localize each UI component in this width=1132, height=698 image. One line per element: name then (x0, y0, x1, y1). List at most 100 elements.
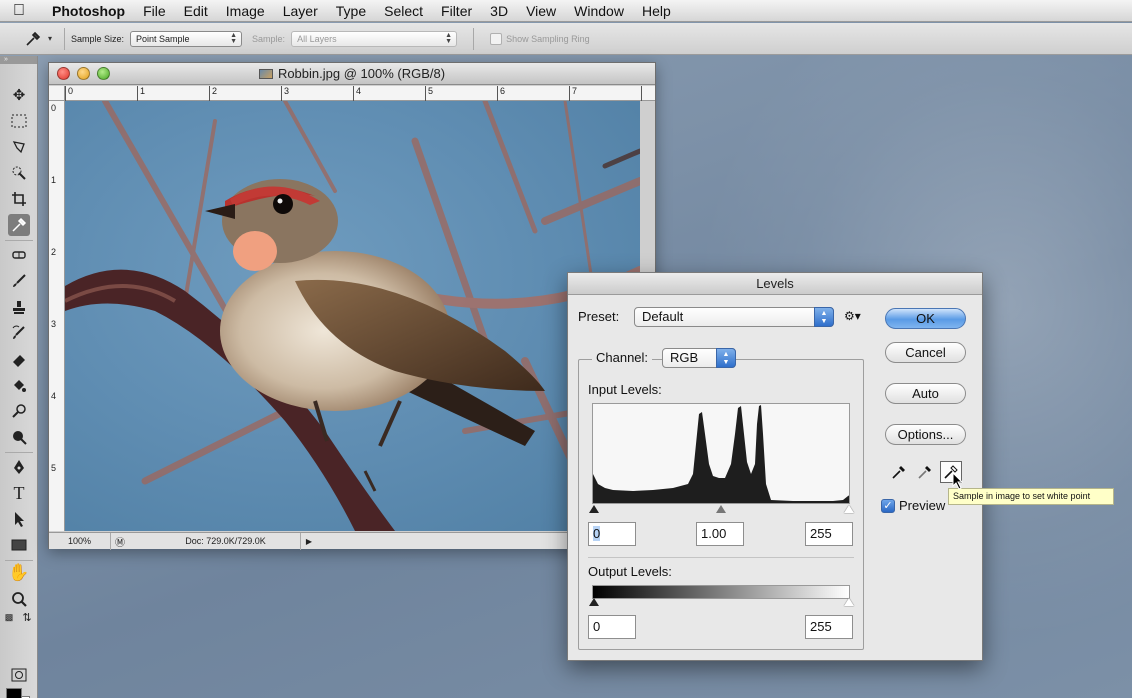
select-arrows-icon: ▲ ▼ (445, 31, 453, 45)
close-window-button[interactable] (57, 67, 70, 80)
channel-label: Channel: (592, 350, 653, 365)
minimize-window-button[interactable] (77, 67, 90, 80)
zoom-tool-icon[interactable] (8, 588, 30, 610)
levels-divider (588, 557, 854, 558)
ok-button[interactable]: OK (885, 308, 966, 329)
ruler-label: 2 (212, 86, 218, 96)
sample-size-select[interactable]: Point Sample ▲ ▼ (130, 30, 243, 47)
paint-bucket-tool-icon[interactable] (8, 374, 30, 396)
ruler-label: 0 (51, 103, 57, 113)
move-tool-icon[interactable]: ✥ (8, 84, 30, 106)
document-title-bar[interactable]: Robbin.jpg @ 100% (RGB/8) (49, 63, 655, 85)
sample-layers-select[interactable]: All Layers ▲ ▼ (291, 30, 458, 47)
default-colors-icon[interactable]: ▩ (2, 610, 16, 624)
cancel-button[interactable]: Cancel (885, 342, 966, 363)
crop-tool-icon[interactable] (8, 188, 30, 210)
menu-filter[interactable]: Filter (432, 0, 481, 22)
auto-button[interactable]: Auto (885, 383, 966, 404)
clone-stamp-tool-icon[interactable] (8, 296, 30, 318)
menu-image[interactable]: Image (217, 0, 274, 22)
ruler-label: 4 (51, 391, 57, 401)
channel-select[interactable]: RGB ▲ ▼ (662, 348, 736, 368)
marquee-tool-icon[interactable] (8, 110, 30, 132)
quick-mask-icon[interactable] (8, 664, 30, 686)
menu-3d[interactable]: 3D (481, 0, 517, 22)
output-black-field[interactable]: 0 (588, 615, 636, 639)
ruler-label: 1 (51, 175, 57, 185)
select-arrows-icon: ▲ ▼ (230, 31, 238, 45)
levels-histogram (592, 403, 850, 504)
menu-help[interactable]: Help (633, 0, 680, 22)
menu-window[interactable]: Window (565, 0, 633, 22)
vertical-ruler[interactable]: 0 1 2 3 4 5 (49, 101, 65, 531)
lasso-tool-icon[interactable] (8, 136, 30, 158)
rectangle-tool-icon[interactable] (8, 534, 30, 556)
tool-preset-chevron-down-icon[interactable]: ▾ (48, 34, 58, 43)
foreground-color-swatch[interactable] (6, 688, 22, 698)
tools-divider (5, 240, 33, 241)
output-white-field[interactable]: 255 (805, 615, 853, 639)
zoom-level-field[interactable]: 100% (49, 532, 111, 550)
sample-size-label: Sample Size: (71, 33, 125, 44)
gray-point-eyedropper-icon[interactable] (914, 461, 936, 483)
ruler-label: 2 (51, 247, 57, 257)
input-white-field[interactable]: 255 (805, 522, 853, 546)
eyedropper-tool-preset-icon[interactable] (18, 26, 48, 52)
menu-bar:  Photoshop File Edit Image Layer Type S… (0, 0, 1132, 22)
status-menu-icon[interactable]: Ⓜ (111, 534, 129, 549)
show-sampling-ring-checkbox[interactable] (490, 32, 503, 45)
path-selection-tool-icon[interactable] (8, 508, 30, 530)
levels-dialog: Levels Preset: Default ▲ ▼ ⚙▾ Channel: RG… (567, 272, 983, 661)
preset-options-gear-icon[interactable]: ⚙▾ (844, 309, 861, 323)
preview-checkbox[interactable]: ✓ (881, 499, 895, 513)
document-title: Robbin.jpg @ 100% (RGB/8) (277, 66, 446, 81)
input-white-point-slider[interactable] (844, 505, 854, 513)
tools-divider (5, 560, 33, 561)
ruler-origin[interactable] (49, 86, 65, 101)
sample-label: Sample: (252, 33, 286, 44)
input-black-point-slider[interactable] (589, 505, 599, 513)
eyedropper-tool-icon[interactable] (8, 214, 30, 236)
menu-type[interactable]: Type (327, 0, 375, 22)
menu-layer[interactable]: Layer (274, 0, 327, 22)
levels-dialog-title: Levels (568, 273, 982, 295)
zoom-window-button[interactable] (97, 67, 110, 80)
input-levels-label: Input Levels: (588, 382, 662, 397)
input-gamma-slider[interactable] (716, 505, 726, 513)
black-point-eyedropper-icon[interactable] (888, 461, 910, 483)
options-button[interactable]: Options... (885, 424, 966, 445)
sample-size-value: Point Sample (136, 33, 190, 44)
horizontal-ruler[interactable]: 0 1 2 3 4 5 6 7 (65, 86, 655, 101)
type-tool-icon[interactable]: T (8, 482, 30, 504)
menu-view[interactable]: View (517, 0, 565, 22)
ruler-label: 3 (51, 319, 57, 329)
status-info-arrow-icon[interactable]: ▶ (301, 537, 317, 546)
zoom-loupe-tool-icon[interactable] (8, 426, 30, 448)
ruler-label: 5 (428, 86, 434, 96)
swap-colors-icon[interactable]: ⇅ (20, 610, 34, 624)
output-white-slider[interactable] (844, 598, 854, 606)
robin-photo (65, 101, 640, 531)
quick-selection-tool-icon[interactable] (8, 162, 30, 184)
input-gamma-field[interactable]: 1.00 (696, 522, 744, 546)
menu-select[interactable]: Select (375, 0, 432, 22)
hand-tool-icon[interactable]: ✋ (8, 562, 30, 584)
panel-collapse-icon[interactable]: » (0, 56, 37, 64)
dodge-tool-icon[interactable] (8, 400, 30, 422)
eraser-tool-icon[interactable] (8, 348, 30, 370)
menu-file[interactable]: File (134, 0, 175, 22)
histogram-graph (593, 405, 849, 503)
apple-menu-icon[interactable]:  (0, 2, 38, 20)
pen-tool-icon[interactable] (8, 456, 30, 478)
image-canvas[interactable] (65, 101, 640, 531)
brush-tool-icon[interactable] (8, 270, 30, 292)
ruler-label: 1 (140, 86, 146, 96)
history-brush-tool-icon[interactable] (8, 322, 30, 344)
output-black-slider[interactable] (589, 598, 599, 606)
menu-app-photoshop[interactable]: Photoshop (38, 0, 134, 22)
menu-edit[interactable]: Edit (175, 0, 217, 22)
mouse-cursor-icon (952, 472, 964, 490)
spot-healing-tool-icon[interactable] (8, 244, 30, 266)
preset-select[interactable]: Default ▲ ▼ (634, 307, 834, 327)
input-black-field[interactable]: 0 (588, 522, 636, 546)
